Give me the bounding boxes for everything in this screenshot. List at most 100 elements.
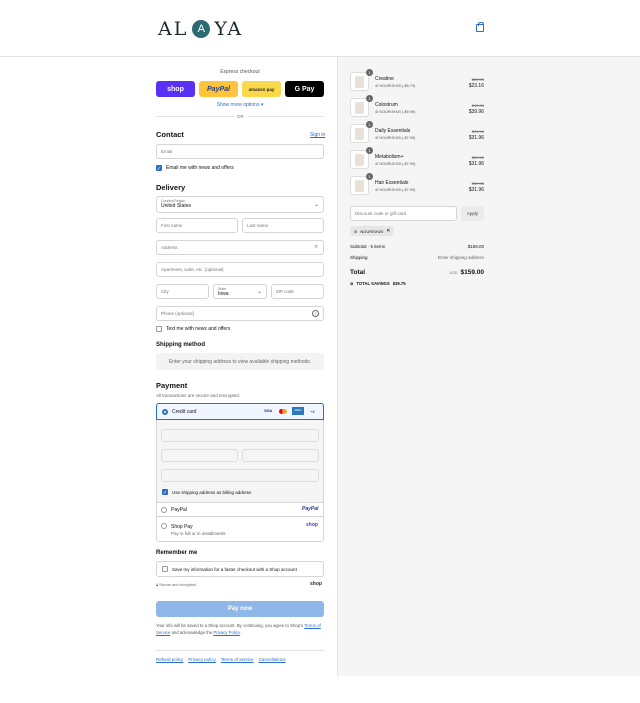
express-checkout-title: Express checkout <box>220 69 260 75</box>
card-number-field[interactable] <box>161 429 319 442</box>
product-name: Daily Essentials <box>375 128 411 134</box>
quantity-badge: 1 <box>366 121 373 128</box>
footer-links: Refund policy Privacy policy Terms of se… <box>156 657 286 662</box>
original-price: $39.95 <box>471 129 484 134</box>
amex-icon: AMEX <box>292 407 304 415</box>
country-select[interactable]: Country/Region United States ⌄ <box>156 196 324 213</box>
paypal-label: PayPal <box>171 507 187 513</box>
currency-code: USD <box>449 271 458 275</box>
logo-text: YA <box>214 18 244 40</box>
product-name: Metabolism+ <box>375 154 404 160</box>
checkbox-checked[interactable]: ✓ <box>156 165 162 172</box>
tag-icon: ⊘ <box>354 228 358 234</box>
save-info-option[interactable]: Save my information for a faster checkou… <box>156 561 324 577</box>
city-field[interactable]: City <box>156 284 209 299</box>
cancellations-link[interactable]: Cancellations <box>259 657 286 662</box>
product-name: Creatine <box>375 76 394 82</box>
checkbox-unchecked[interactable] <box>156 326 162 332</box>
first-name-field[interactable]: First name <box>156 218 238 233</box>
remember-me-heading: Remember me <box>156 550 198 556</box>
tag-icon: ⊘ <box>375 188 379 192</box>
original-price: $39.95 <box>471 155 484 160</box>
card-form: ✓ Use shipping address as billing addres… <box>156 420 324 502</box>
terms-text: Your info will be saved to a Shop accoun… <box>156 623 321 635</box>
logo-text: AL <box>158 18 189 40</box>
zip-field[interactable]: ZIP code <box>271 284 324 299</box>
billing-same-option[interactable]: ✓ Use shipping address as billing addres… <box>162 489 252 496</box>
amazon-pay-button[interactable]: amazon pay <box>242 81 281 97</box>
text-news-option[interactable]: Text me with news and offers <box>156 326 230 332</box>
email-news-option[interactable]: ✓ Email me with news and offers <box>156 165 234 172</box>
discount-code: NOURISH20 <box>360 228 384 234</box>
product-price: $39.96 <box>468 109 484 115</box>
shop-pay-logo: shop <box>306 522 318 528</box>
credit-card-label: Credit card <box>172 409 197 415</box>
sign-in-link[interactable]: Sign in <box>310 132 325 138</box>
show-more-options-link[interactable]: Show more options ▾ <box>156 102 324 108</box>
credit-card-option[interactable]: Credit card VISA AMEX +4 <box>156 403 324 420</box>
radio-unselected[interactable] <box>161 507 167 513</box>
shop-pay-button[interactable]: shop <box>156 81 195 97</box>
help-icon[interactable]: ? <box>312 310 319 317</box>
paypal-logo: PayPal <box>302 506 319 512</box>
paypal-button[interactable]: PayPal <box>199 81 238 97</box>
email-field[interactable]: Email <box>156 144 324 159</box>
terms-of-service-link[interactable]: Terms of service <box>221 657 254 662</box>
tag-icon: ⊘ <box>375 162 379 166</box>
quantity-badge: 1 <box>366 69 373 76</box>
state-select[interactable]: State Iowa ⌄ <box>213 284 267 299</box>
checkbox-unchecked[interactable] <box>162 566 168 572</box>
checkbox-label: Email me with news and offers <box>166 165 234 171</box>
order-summary-panel <box>337 57 640 676</box>
quantity-badge: 1 <box>366 173 373 180</box>
subtotal-value: $159.00 <box>467 244 484 249</box>
subtotal-label: Subtotal · 5 items <box>350 244 386 249</box>
tag-icon: ⊘ <box>350 281 354 286</box>
product-price: $23.16 <box>468 83 484 89</box>
chevron-down-icon: ⌄ <box>313 202 319 208</box>
refund-policy-link[interactable]: Refund policy <box>156 657 183 662</box>
footer-divider <box>156 650 324 651</box>
name-on-card-field[interactable] <box>161 469 319 482</box>
privacy-link[interactable]: Privacy Policy <box>213 630 239 635</box>
delivery-heading: Delivery <box>156 183 186 192</box>
total-label: Total <box>350 269 366 276</box>
brand-logo[interactable]: AL A YA <box>158 18 243 40</box>
quantity-badge: 1 <box>366 147 373 154</box>
security-code-field[interactable] <box>242 449 319 462</box>
product-discount: ⊘ NOURISH20 (-$9.99) <box>375 110 416 114</box>
expiration-field[interactable] <box>161 449 238 462</box>
address-field[interactable]: Address ⌕ <box>156 240 324 255</box>
pay-now-button[interactable]: Pay now <box>156 601 324 617</box>
checkbox-checked[interactable]: ✓ <box>162 489 168 496</box>
chevron-down-icon: ⌄ <box>256 289 262 295</box>
more-cards-badge: +4 <box>310 409 315 414</box>
apartment-field[interactable]: Apartment, suite, etc. (optional) <box>156 262 324 277</box>
paypal-option[interactable]: PayPal PayPal <box>156 502 324 516</box>
quantity-badge: 1 <box>366 95 373 102</box>
phone-field[interactable]: Phone (optional) ? <box>156 306 324 321</box>
header: AL A YA <box>0 0 640 57</box>
total-savings: ⊘ TOTAL SAVINGS $39.75 <box>350 281 406 286</box>
apply-button[interactable]: Apply <box>461 206 484 221</box>
google-pay-button[interactable]: G Pay <box>285 81 324 97</box>
product-discount: ⊘ NOURISH20 (-$7.99) <box>375 136 416 140</box>
discount-code-input[interactable]: Discount code or gift card <box>350 206 457 221</box>
privacy-policy-link[interactable]: Privacy policy <box>188 657 216 662</box>
close-icon[interactable]: ✕ <box>386 228 390 234</box>
last-name-field[interactable]: Last name <box>242 218 324 233</box>
original-price: $28.95 <box>471 77 484 82</box>
radio-selected[interactable] <box>162 409 168 415</box>
shop-pay-option[interactable]: Shop Pay Pay in full or in installments … <box>156 516 324 541</box>
product-discount: ⊘ NOURISH20 (-$5.79) <box>375 84 416 88</box>
original-price: $49.95 <box>471 103 484 108</box>
or-separator: OR <box>234 114 247 119</box>
contact-heading: Contact <box>156 130 184 139</box>
shopping-bag-icon[interactable] <box>476 22 484 32</box>
checkbox-label: Use shipping address as billing address <box>172 489 252 495</box>
product-price: $31.96 <box>468 161 484 167</box>
tag-icon: ⊘ <box>375 84 379 88</box>
country-value: United States <box>161 203 192 209</box>
radio-unselected[interactable] <box>161 523 167 529</box>
shipping-method-heading: Shipping method <box>156 342 205 348</box>
